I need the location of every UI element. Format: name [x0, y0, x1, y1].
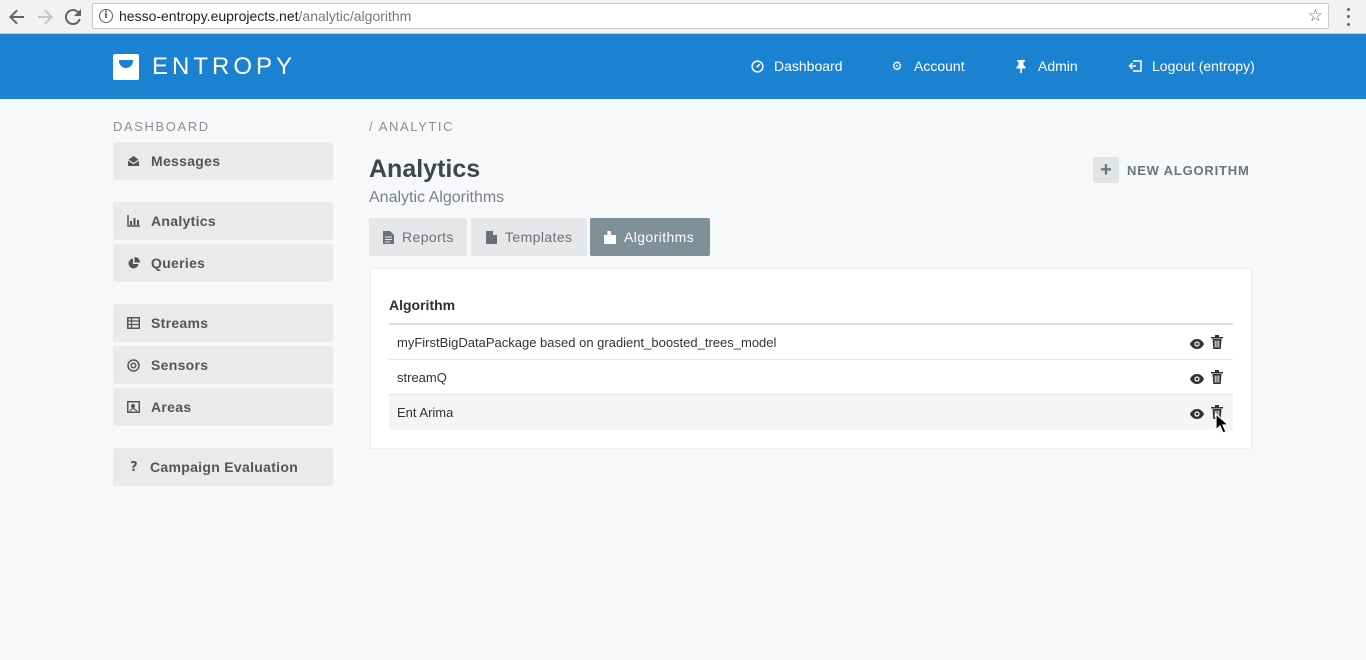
url-text: hesso-entropy.euprojects.net/analytic/al…: [119, 8, 411, 24]
algorithm-name: myFirstBigDataPackage based on gradient_…: [397, 334, 777, 350]
sidebar-item-label: Streams: [151, 315, 209, 331]
bar-chart-icon: [126, 214, 140, 228]
nav-logout[interactable]: Logout (entropy): [1128, 58, 1255, 74]
sidebar-item-analytics[interactable]: Analytics: [113, 202, 333, 240]
table-row[interactable]: myFirstBigDataPackage based on gradient_…: [389, 325, 1233, 360]
info-icon[interactable]: i: [99, 9, 113, 23]
question-icon: ?: [130, 459, 138, 475]
gear-icon: ⚙: [891, 59, 903, 73]
pin-icon: [1014, 59, 1028, 73]
forward-arrow-icon[interactable]: [33, 5, 57, 29]
dashboard-icon: [750, 59, 764, 73]
browser-toolbar: i hesso-entropy.euprojects.net/analytic/…: [0, 0, 1366, 34]
sidebar-item-label: Sensors: [151, 357, 209, 373]
logout-icon: [1128, 59, 1142, 73]
target-icon: [126, 358, 140, 372]
table-icon: [126, 316, 140, 330]
column-header-algorithm[interactable]: Algorithm: [389, 297, 455, 313]
eye-icon[interactable]: [1190, 406, 1204, 419]
map-icon: [126, 400, 140, 414]
sidebar-item-areas[interactable]: Areas: [113, 388, 333, 426]
sidebar-item-campaign-evaluation[interactable]: ? Campaign Evaluation: [113, 448, 333, 486]
url-path: /analytic/algorithm: [298, 8, 412, 24]
tab-label: Reports: [402, 229, 454, 245]
browser-menu-icon[interactable]: [1340, 6, 1356, 28]
sidebar-title: DASHBOARD: [113, 119, 210, 134]
nav-account-label: Account: [914, 58, 965, 74]
algorithm-name: Ent Arima: [397, 405, 454, 420]
logo[interactable]: ENTROPY: [113, 53, 296, 81]
page-title: Analytics: [369, 155, 481, 183]
nav-dashboard[interactable]: Dashboard: [750, 58, 843, 74]
eye-icon[interactable]: [1190, 371, 1204, 384]
nav-logout-label: Logout (entropy): [1152, 58, 1255, 74]
sidebar-item-label: Areas: [151, 399, 192, 415]
nav-admin-label: Admin: [1038, 58, 1078, 74]
back-arrow-icon[interactable]: [5, 5, 29, 29]
sidebar-item-queries[interactable]: Queries: [113, 244, 333, 282]
nav-admin[interactable]: Admin: [1014, 58, 1078, 74]
sidebar-item-label: Queries: [151, 255, 206, 271]
new-algorithm-label: NEW ALGORITHM: [1127, 162, 1250, 178]
eye-icon[interactable]: [1190, 336, 1204, 349]
bookmark-star-icon[interactable]: ☆: [1308, 6, 1323, 26]
plus-icon: +: [1093, 157, 1119, 183]
sidebar-item-label: Messages: [151, 153, 221, 169]
sidebar-item-label: Analytics: [151, 213, 216, 229]
logo-text: ENTROPY: [152, 53, 297, 80]
trash-icon[interactable]: [1211, 335, 1223, 349]
file-icon: [383, 230, 394, 244]
envelope-icon: [126, 154, 140, 168]
tab-reports[interactable]: Reports: [369, 218, 467, 256]
puzzle-icon: [604, 230, 616, 244]
file-icon: [485, 230, 497, 244]
logo-mark-icon: [113, 54, 139, 80]
tab-label: Templates: [505, 229, 573, 245]
sidebar-item-messages[interactable]: Messages: [113, 142, 333, 180]
address-bar[interactable]: i hesso-entropy.euprojects.net/analytic/…: [92, 3, 1329, 29]
url-host: hesso-entropy.euprojects.net: [119, 8, 299, 24]
pie-chart-icon: [126, 256, 140, 270]
new-algorithm-button[interactable]: + NEW ALGORITHM: [1093, 157, 1250, 183]
trash-icon[interactable]: [1211, 370, 1223, 384]
algorithm-name: streamQ: [397, 369, 447, 385]
breadcrumb[interactable]: / ANALYTIC: [369, 119, 454, 134]
table-row[interactable]: Ent Arima: [389, 395, 1233, 430]
sidebar-item-streams[interactable]: Streams: [113, 304, 333, 342]
tab-templates[interactable]: Templates: [471, 218, 587, 256]
nav-account[interactable]: ⚙ Account: [890, 58, 965, 74]
tab-algorithms[interactable]: Algorithms: [590, 218, 710, 256]
nav-dashboard-label: Dashboard: [774, 58, 843, 74]
reload-icon[interactable]: [61, 5, 85, 29]
sidebar-item-label: Campaign Evaluation: [150, 459, 299, 475]
page-subtitle: Analytic Algorithms: [369, 189, 505, 206]
table-row[interactable]: streamQ: [389, 360, 1233, 395]
mouse-cursor-icon: [1215, 412, 1231, 435]
tab-label: Algorithms: [624, 229, 695, 245]
sidebar-item-sensors[interactable]: Sensors: [113, 346, 333, 384]
